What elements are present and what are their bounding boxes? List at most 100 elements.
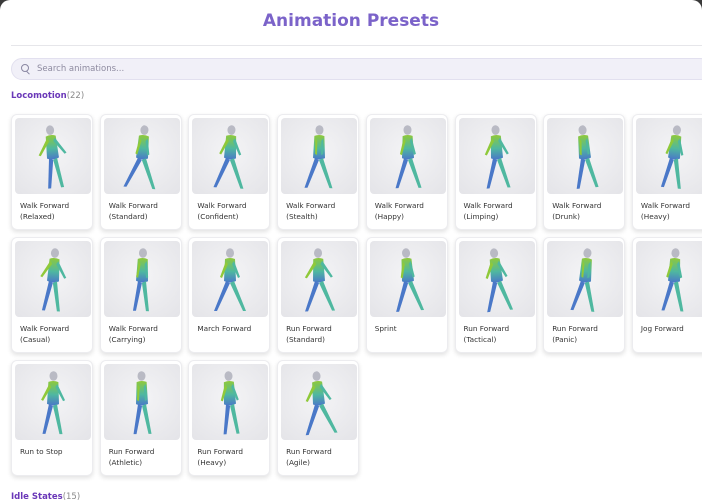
animation-thumbnail	[15, 364, 91, 440]
animation-card-label: Walk Forward (Heavy)	[641, 200, 702, 222]
animation-thumbnail	[103, 118, 180, 194]
animation-name: Run Forward	[286, 447, 332, 456]
animation-card[interactable]: Walk Forward (Confident)	[188, 114, 271, 230]
animation-variant: (Casual)	[20, 335, 51, 344]
animation-name: Run to Stop	[20, 447, 63, 456]
animation-card-label: Sprint	[375, 323, 447, 334]
animation-thumbnail	[15, 241, 91, 317]
animation-thumbnail	[281, 118, 358, 194]
animation-name: Walk Forward	[20, 324, 70, 333]
animation-card[interactable]: Walk Forward (Standard)	[99, 114, 182, 230]
animation-card[interactable]: March Forward	[188, 237, 271, 353]
search-input[interactable]	[37, 64, 637, 74]
animation-variant: (Panic)	[552, 335, 578, 344]
animation-thumbnail	[192, 241, 269, 317]
animation-name: Run Forward	[286, 324, 332, 333]
animation-thumbnail	[458, 118, 535, 194]
figure-icon	[133, 371, 152, 435]
animation-card[interactable]: Walk Forward (Drunk)	[543, 114, 626, 230]
animation-card[interactable]: Walk Forward (Stealth)	[277, 114, 360, 230]
animation-thumbnail	[458, 241, 535, 317]
animation-card-label: Run to Stop	[20, 446, 92, 457]
animation-card[interactable]: Walk Forward (Relaxed)	[11, 114, 93, 230]
animation-name: Walk Forward	[640, 201, 691, 210]
animation-card-label: Run Forward (Heavy)	[197, 446, 269, 468]
animation-variant: (Athletic)	[108, 458, 143, 467]
animation-card-label: Run Forward (Athletic)	[109, 446, 181, 468]
animation-card-label: Walk Forward (Confident)	[197, 200, 269, 222]
animation-card-label: March Forward	[197, 323, 269, 334]
search-icon	[21, 64, 31, 74]
animation-thumbnail	[547, 118, 624, 194]
animation-name: Walk Forward	[463, 201, 513, 210]
animation-card[interactable]: Walk Forward (Happy)	[365, 114, 448, 230]
figure-icon	[304, 125, 333, 189]
section-count: (22)	[66, 91, 85, 101]
section-name: Idle States	[11, 492, 63, 502]
figure-icon	[570, 248, 595, 312]
animation-variant: (Relaxed)	[20, 212, 55, 221]
animation-name: Walk Forward	[552, 201, 602, 210]
figure-icon	[485, 248, 513, 313]
animation-card[interactable]: Run Forward (Heavy)	[188, 360, 271, 476]
figure-icon	[395, 248, 424, 312]
animation-card[interactable]: Run Forward (Standard)	[277, 237, 360, 353]
header-divider	[11, 45, 702, 46]
animation-thumbnail	[103, 241, 180, 317]
animation-card[interactable]: Walk Forward (Carrying)	[99, 237, 182, 353]
animation-variant: (Drunk)	[552, 212, 580, 221]
animation-name: Run Forward	[463, 324, 510, 333]
animation-name: Sprint	[374, 324, 397, 333]
animation-card-label: Run Forward (Standard)	[286, 323, 358, 345]
section-name: Locomotion	[11, 91, 67, 101]
figure-icon	[38, 125, 67, 189]
figure-icon	[41, 371, 66, 435]
animation-card[interactable]: Run Forward (Agile)	[277, 360, 360, 476]
page-title: Animation Presets	[262, 11, 440, 31]
animation-variant: (Agile)	[286, 458, 310, 467]
animation-thumbnail	[192, 364, 269, 440]
animation-card[interactable]: Walk Forward (Casual)	[11, 237, 93, 353]
figure-icon	[132, 248, 149, 312]
animation-card-label: Walk Forward (Drunk)	[552, 200, 624, 222]
figure-icon	[214, 248, 247, 311]
animation-card[interactable]: Walk Forward (Heavy)	[631, 114, 702, 230]
figure-icon	[40, 248, 67, 312]
figure-icon	[395, 125, 422, 189]
animation-card-label: Walk Forward (Casual)	[20, 323, 92, 345]
animation-variant: (Heavy)	[197, 458, 227, 467]
animation-card[interactable]: Run Forward (Panic)	[543, 237, 626, 353]
animation-card[interactable]: Jog Forward	[631, 237, 702, 353]
animation-card-label: Walk Forward (Carrying)	[109, 323, 181, 345]
search-bar[interactable]	[11, 58, 702, 80]
animation-card[interactable]: Run Forward (Athletic)	[99, 360, 182, 476]
figure-icon	[484, 125, 511, 189]
animation-card[interactable]: Sprint	[365, 237, 448, 353]
figure-icon	[221, 371, 240, 435]
animation-card[interactable]: Run Forward (Tactical)	[454, 237, 537, 353]
figure-icon	[576, 125, 599, 189]
animation-card[interactable]: Walk Forward (Limping)	[454, 114, 537, 230]
animation-card-label: Walk Forward (Standard)	[109, 200, 181, 222]
figure-icon	[123, 125, 156, 190]
animation-thumbnail	[15, 118, 91, 194]
animation-card-label: Walk Forward (Limping)	[464, 200, 536, 222]
animation-name: Walk Forward	[197, 201, 247, 210]
animation-variant: (Stealth)	[286, 212, 318, 221]
figure-icon	[660, 125, 684, 189]
animation-card-label: Run Forward (Agile)	[286, 446, 358, 468]
animation-variant: (Standard)	[286, 335, 325, 344]
animation-thumbnail	[192, 118, 269, 194]
animation-card-label: Walk Forward (Happy)	[375, 200, 447, 222]
section-header-idle-states[interactable]: Idle States(15)	[11, 492, 80, 502]
animation-thumbnail	[635, 118, 702, 194]
animation-card-label: Walk Forward (Stealth)	[286, 200, 358, 222]
animation-card[interactable]: Run to Stop	[11, 360, 93, 476]
animation-card-label: Walk Forward (Relaxed)	[20, 200, 92, 222]
animation-variant: (Limping)	[463, 212, 499, 221]
animation-thumbnail	[103, 364, 180, 440]
animation-thumbnail	[635, 241, 702, 317]
animation-name: Walk Forward	[108, 324, 158, 333]
animation-thumbnail	[369, 118, 446, 194]
section-header-locomotion[interactable]: Locomotion(22)	[11, 91, 84, 101]
